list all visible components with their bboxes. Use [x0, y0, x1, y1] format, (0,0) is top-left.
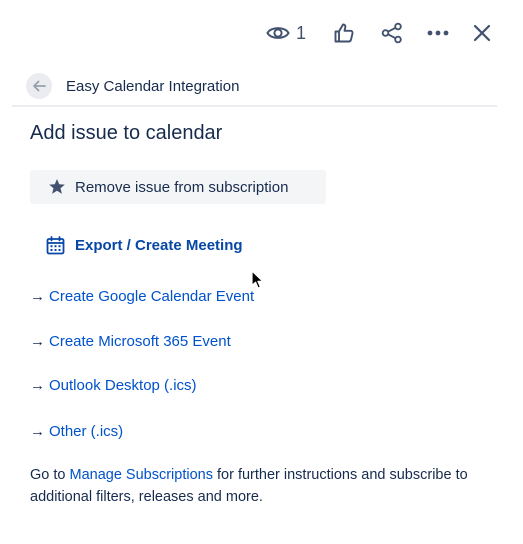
microsoft-365-link[interactable]: → Create Microsoft 365 Event [30, 329, 231, 353]
star-icon [48, 178, 66, 196]
subscription-note: Go to Manage Subscriptions for further i… [30, 464, 515, 508]
close-icon [472, 23, 492, 43]
other-ics-link-label: Other (.ics) [49, 422, 124, 440]
outlook-desktop-link[interactable]: → Outlook Desktop (.ics) [30, 373, 197, 397]
arrow-right-icon: → [30, 376, 45, 394]
watch-count: 1 [295, 22, 306, 43]
page-title: Add issue to calendar [30, 122, 223, 144]
manage-subscriptions-link[interactable]: Manage Subscriptions [70, 467, 213, 483]
watch-button[interactable]: 1 [258, 16, 314, 50]
share-icon [381, 22, 403, 44]
close-button[interactable] [464, 16, 500, 50]
more-icon [426, 29, 450, 37]
arrow-right-icon: → [30, 287, 45, 305]
export-meeting-label: Export / Create Meeting [75, 236, 243, 254]
note-prefix: Go to [30, 467, 70, 483]
eye-icon [266, 24, 290, 42]
issue-toolbar: 1 [0, 16, 523, 50]
app-title: Easy Calendar Integration [66, 77, 240, 95]
issue-calendar-panel: 1 Easy Calendar Integration Add issue to… [0, 0, 523, 544]
export-meeting-button[interactable]: Export / Create Meeting [46, 230, 243, 260]
app-header: Easy Calendar Integration [26, 70, 497, 102]
arrow-right-icon: → [30, 332, 45, 350]
google-calendar-link-label: Create Google Calendar Event [49, 287, 255, 305]
calendar-content: Add issue to calendar Remove issue from … [30, 116, 513, 505]
remove-subscription-label: Remove issue from subscription [75, 178, 289, 196]
arrow-left-icon [32, 80, 46, 92]
outlook-desktop-link-label: Outlook Desktop (.ics) [49, 376, 197, 394]
google-calendar-link[interactable]: → Create Google Calendar Event [30, 284, 254, 308]
mouse-cursor-icon [251, 270, 265, 295]
other-ics-link[interactable]: → Other (.ics) [30, 419, 123, 443]
calendar-icon [46, 235, 65, 255]
remove-subscription-button[interactable]: Remove issue from subscription [30, 170, 326, 204]
header-divider [12, 105, 497, 107]
thumbs-up-icon [333, 22, 355, 44]
back-button[interactable] [26, 73, 52, 99]
share-button[interactable] [374, 16, 410, 50]
like-button[interactable] [326, 16, 362, 50]
arrow-right-icon: → [30, 422, 45, 440]
microsoft-365-link-label: Create Microsoft 365 Event [49, 332, 231, 350]
more-button[interactable] [420, 16, 456, 50]
